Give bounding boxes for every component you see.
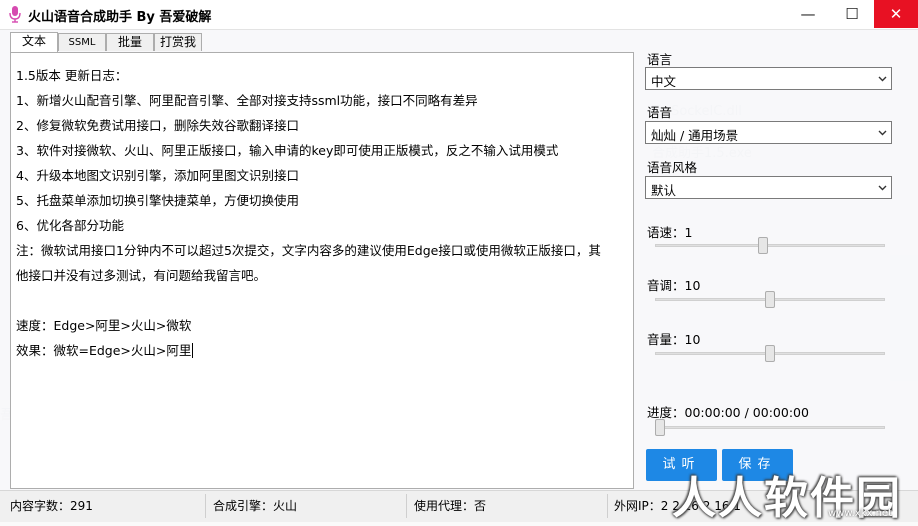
text-editor[interactable]: 1.5版本 更新日志： 1、新增火山配音引擎、阿里配音引擎、全部对接支持ssml… bbox=[10, 52, 634, 489]
editor-line-last: 效果：微软=Edge>火山>阿里 bbox=[16, 340, 194, 359]
title-bar: 火山语音合成助手 By 吾爱破解 — ☐ ✕ bbox=[0, 0, 918, 30]
voice-value: 灿灿 / 通用场景 bbox=[651, 128, 739, 143]
speed-label: 语速：1 bbox=[647, 225, 693, 240]
chevron-down-icon bbox=[878, 185, 887, 191]
voice-label: 语音 bbox=[647, 105, 673, 120]
status-proxy: 使用代理：否 bbox=[414, 499, 487, 513]
tab-donate[interactable]: 打赏我 bbox=[154, 33, 202, 51]
status-divider bbox=[406, 494, 407, 518]
voice-select[interactable]: 灿灿 / 通用场景 bbox=[645, 121, 892, 144]
status-bar: 内容字数：291 合成引擎：火山 使用代理：否 外网IP：2 2.16 2 16… bbox=[0, 490, 918, 522]
microphone-icon bbox=[9, 6, 21, 23]
listen-button[interactable]: 试听 bbox=[646, 449, 717, 481]
editor-line: 2、修复微软免费试用接口，删除失效谷歌翻译接口 bbox=[16, 118, 299, 133]
editor-line: 5、托盘菜单添加切换引擎快捷菜单，方便切换使用 bbox=[16, 193, 299, 208]
language-select[interactable]: 中文 bbox=[645, 67, 892, 90]
pitch-slider-thumb[interactable] bbox=[765, 291, 775, 308]
editor-line-text: 效果：微软=Edge>火山>阿里 bbox=[16, 343, 192, 358]
editor-line: 他接口并没有过多测试，有问题给我留言吧。 bbox=[16, 268, 267, 283]
window-title: 火山语音合成助手 By 吾爱破解 bbox=[28, 10, 212, 25]
editor-line: 1.5版本 更新日志： bbox=[16, 68, 128, 83]
progress-slider-thumb[interactable] bbox=[655, 419, 665, 436]
style-value: 默认 bbox=[651, 183, 677, 198]
volume-label: 音量：10 bbox=[647, 332, 701, 347]
progress-label: 进度：00:00:00 / 00:00:00 bbox=[647, 405, 809, 420]
status-engine: 合成引擎：火山 bbox=[213, 499, 298, 513]
tab-batch[interactable]: 批量 bbox=[106, 33, 154, 51]
speed-slider-thumb[interactable] bbox=[758, 237, 769, 254]
tab-ssml[interactable]: SSML bbox=[58, 33, 106, 51]
save-button[interactable]: 保存 bbox=[722, 449, 793, 481]
status-ip: 外网IP：2 2.16 2 16 1 bbox=[614, 499, 741, 513]
app-window: 火山语音合成助手 By 吾爱破解 — ☐ ✕ 文本 SSML 批量 打赏我 1.… bbox=[0, 0, 918, 522]
status-divider bbox=[205, 494, 206, 518]
language-label: 语言 bbox=[647, 52, 673, 67]
status-divider bbox=[607, 494, 608, 518]
progress-slider-track[interactable] bbox=[655, 426, 885, 429]
speed-slider-track[interactable] bbox=[655, 244, 885, 247]
editor-line: 4、升级本地图文识别引擎，添加阿里图文识别接口 bbox=[16, 168, 299, 183]
chevron-down-icon bbox=[878, 130, 887, 136]
style-label: 语音风格 bbox=[647, 160, 698, 175]
close-button[interactable]: ✕ bbox=[874, 0, 918, 28]
editor-line: 速度：Edge>阿里>火山>微软 bbox=[16, 318, 192, 333]
chevron-down-icon bbox=[878, 76, 887, 82]
volume-slider-thumb[interactable] bbox=[765, 345, 775, 362]
editor-line: 注：微软试用接口1分钟内不可以超过5次提交，文字内容多的建议使用Edge接口或使… bbox=[16, 243, 601, 258]
maximize-button[interactable]: ☐ bbox=[830, 0, 874, 28]
pitch-label: 音调：10 bbox=[647, 278, 701, 293]
editor-line: 6、优化各部分功能 bbox=[16, 218, 124, 233]
minimize-button[interactable]: — bbox=[786, 0, 830, 28]
status-char-count: 内容字数：291 bbox=[10, 499, 93, 513]
style-select[interactable]: 默认 bbox=[645, 176, 892, 199]
tab-text[interactable]: 文本 bbox=[10, 32, 58, 52]
text-caret bbox=[192, 343, 194, 358]
editor-line: 1、新增火山配音引擎、阿里配音引擎、全部对接支持ssml功能，接口不同略有差异 bbox=[16, 93, 478, 108]
language-value: 中文 bbox=[651, 74, 677, 89]
editor-line: 3、软件对接微软、火山、阿里正版接口，输入申请的key即可使用正版模式，反之不输… bbox=[16, 143, 559, 158]
